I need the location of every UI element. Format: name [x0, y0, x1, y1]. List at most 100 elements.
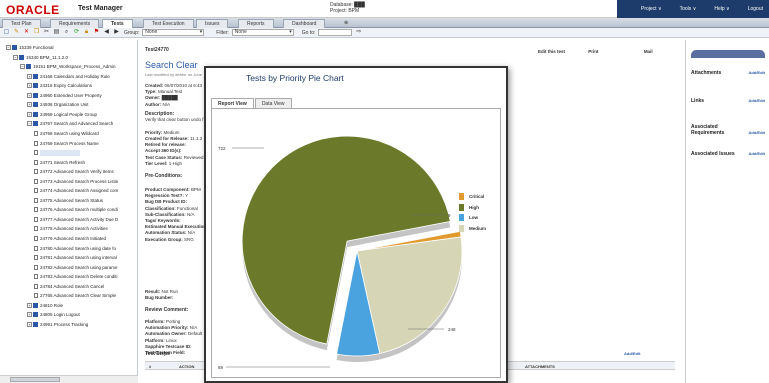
expand-icon[interactable]: +	[27, 312, 32, 318]
tree-item[interactable]: − 15340 BPM_11.1.2.0	[13, 54, 68, 61]
menu-logout[interactable]: Logout	[748, 6, 763, 12]
tree-item[interactable]: 24784 Advanced Search Cancel	[34, 283, 104, 290]
attachments-add-edit[interactable]: Add/Edit	[749, 70, 765, 76]
paste-icon[interactable]: ▤	[53, 29, 60, 36]
tree-item[interactable]: +24166 Calendars and Holiday Rule	[27, 73, 110, 80]
goto-input[interactable]	[318, 29, 353, 36]
tree-item[interactable]: +24810 Role	[27, 302, 63, 309]
forward-icon[interactable]: ▶	[113, 29, 120, 36]
scrollbar-thumb[interactable]	[10, 377, 60, 382]
tree-horizontal-scrollbar[interactable]	[0, 375, 138, 383]
tree-item-label: 24805 Login Logout	[40, 312, 80, 318]
menu-tools[interactable]: Tools ∨	[680, 6, 697, 12]
tree-item-label: 27765 Advanced Search Clear Simple	[40, 293, 117, 299]
legend-item-high: High	[459, 203, 479, 211]
expand-icon[interactable]: +	[27, 102, 32, 108]
tree-item[interactable]: 24778 Advanced Search Activities	[34, 225, 108, 232]
tab-test-execution[interactable]: Test Execution	[143, 19, 194, 28]
field-label: Owner:	[145, 95, 161, 101]
test-doc-icon	[34, 216, 38, 222]
tree-item[interactable]	[34, 149, 80, 156]
tree-item[interactable]: +24959 Logical People Group	[27, 111, 97, 118]
legend-swatch	[459, 214, 464, 221]
field-value: N/A	[189, 325, 198, 331]
tree-item[interactable]: − 15339 Functional	[6, 44, 54, 51]
cut-icon[interactable]: ✂	[43, 29, 50, 36]
back-icon[interactable]: ◀	[103, 29, 110, 36]
folder-icon	[19, 54, 24, 60]
legend-item-critical: Critical	[459, 193, 484, 200]
tree-item[interactable]: +24316 Expiry Calculations	[27, 82, 92, 89]
tree-item[interactable]: 24781 Advanced Search using interval	[34, 254, 117, 261]
new-icon[interactable]: ▢	[3, 29, 10, 36]
goto-button-icon[interactable]: ⇨	[355, 29, 362, 36]
folder-icon	[33, 83, 38, 89]
delete-icon[interactable]: ✕	[23, 29, 30, 36]
tree-item[interactable]: 24780 Advanced Search using date fo	[34, 245, 116, 252]
edit-icon[interactable]: ✎	[13, 29, 20, 36]
tree-item[interactable]: − 19151 BPM_Workspace_Process_Admin	[20, 63, 115, 70]
links-add-edit[interactable]: Add/Edit	[749, 98, 765, 104]
tree-item[interactable]: 24779 Advanced Search Initiated	[34, 235, 106, 242]
menu-help[interactable]: Help ∨	[714, 6, 729, 12]
edit-test-link[interactable]: Edit this test	[538, 49, 565, 54]
tab-requirements[interactable]: Requirements	[50, 19, 100, 28]
tree-item[interactable]: 24775 Advanced Search Status	[34, 197, 103, 204]
tree-item[interactable]: 24773 Advanced Search Process Listin	[34, 178, 118, 185]
group-select[interactable]: None	[142, 29, 205, 36]
expand-icon[interactable]: +	[27, 92, 32, 98]
tree-item[interactable]: +24805 Login Logout	[27, 311, 80, 318]
tree-item[interactable]: 24769 Search Process Name	[34, 140, 99, 147]
tree-item[interactable]: +24991 Process Tracking	[27, 321, 88, 328]
tab-new-icon[interactable]: ⊕	[336, 19, 356, 28]
tab-report-view[interactable]: Report View	[211, 98, 254, 108]
tree-item[interactable]: 24777 Advanced Search Activity Due D	[34, 216, 118, 223]
legend-swatch	[459, 193, 464, 200]
tab-issues[interactable]: Issues	[196, 19, 229, 28]
requirements-add-edit[interactable]: Add/Edit	[749, 130, 765, 136]
tab-tests[interactable]: Tests	[102, 19, 133, 28]
print-link[interactable]: Print	[588, 49, 598, 54]
expand-icon[interactable]: +	[27, 302, 32, 308]
tree-item[interactable]: 24782 Advanced Search using parame	[34, 264, 118, 271]
tree-item[interactable]: 24774 Advanced Search Assigned com	[34, 187, 118, 194]
expand-icon[interactable]: +	[27, 83, 32, 89]
tree-item[interactable]: − 24767 Search and Advanced Search	[27, 120, 113, 127]
tree-item-label: 15339 Functional	[19, 45, 54, 50]
filter-select[interactable]: None	[231, 29, 294, 36]
folder-icon	[33, 302, 38, 308]
tree-item[interactable]: 24772 Advanced Search Verify Items	[34, 168, 114, 175]
find-icon[interactable]: ⌕	[63, 29, 70, 36]
collapse-icon[interactable]: −	[20, 64, 25, 70]
expand-icon[interactable]: +	[27, 321, 32, 327]
expand-icon[interactable]: +	[27, 111, 32, 117]
expand-icon[interactable]: +	[27, 73, 32, 79]
tree-item[interactable]: 24776 Advanced Search multiple condi	[34, 206, 118, 213]
tab-data-view[interactable]: Data View	[254, 98, 292, 108]
steps-add-edit-link[interactable]: Add/Edit	[624, 351, 640, 356]
issues-add-edit[interactable]: Add/Edit	[749, 151, 765, 157]
copy-icon[interactable]: ❐	[33, 29, 40, 36]
tab-dashboard[interactable]: Dashboard	[283, 19, 326, 28]
collapse-icon[interactable]: −	[6, 45, 11, 50]
refresh-icon[interactable]: ⟳	[73, 29, 80, 36]
lock-icon[interactable]: 🔒︎	[83, 29, 90, 36]
tree-item[interactable]: +24960 Extended User Property	[27, 92, 102, 99]
mail-link[interactable]: Mail	[644, 49, 653, 54]
tree-item[interactable]: +24936 Organization Unit	[27, 101, 89, 108]
tree-item[interactable]: 27765 Advanced Search Clear Simple	[34, 292, 116, 299]
flag-icon[interactable]: ⚑	[93, 29, 100, 36]
tree-item[interactable]: 24783 Advanced Search Delete conditi	[34, 273, 118, 280]
test-doc-icon	[34, 274, 38, 280]
tab-test-plan[interactable]: Test Plan	[2, 19, 41, 28]
collapse-icon[interactable]: −	[27, 121, 32, 127]
tree-item[interactable]: 24768 Search using Wildcard	[34, 130, 99, 137]
field-value: Default	[188, 331, 203, 337]
test-doc-icon	[34, 236, 38, 241]
tree-item[interactable]: 24771 Search Refresh	[34, 159, 85, 166]
tab-reports[interactable]: Reports	[238, 19, 274, 28]
detail-field: Test Case Status: Reviewed	[145, 155, 203, 160]
folder-icon	[33, 102, 38, 108]
collapse-icon[interactable]: −	[13, 54, 18, 60]
menu-project[interactable]: Project ∨	[641, 6, 662, 12]
